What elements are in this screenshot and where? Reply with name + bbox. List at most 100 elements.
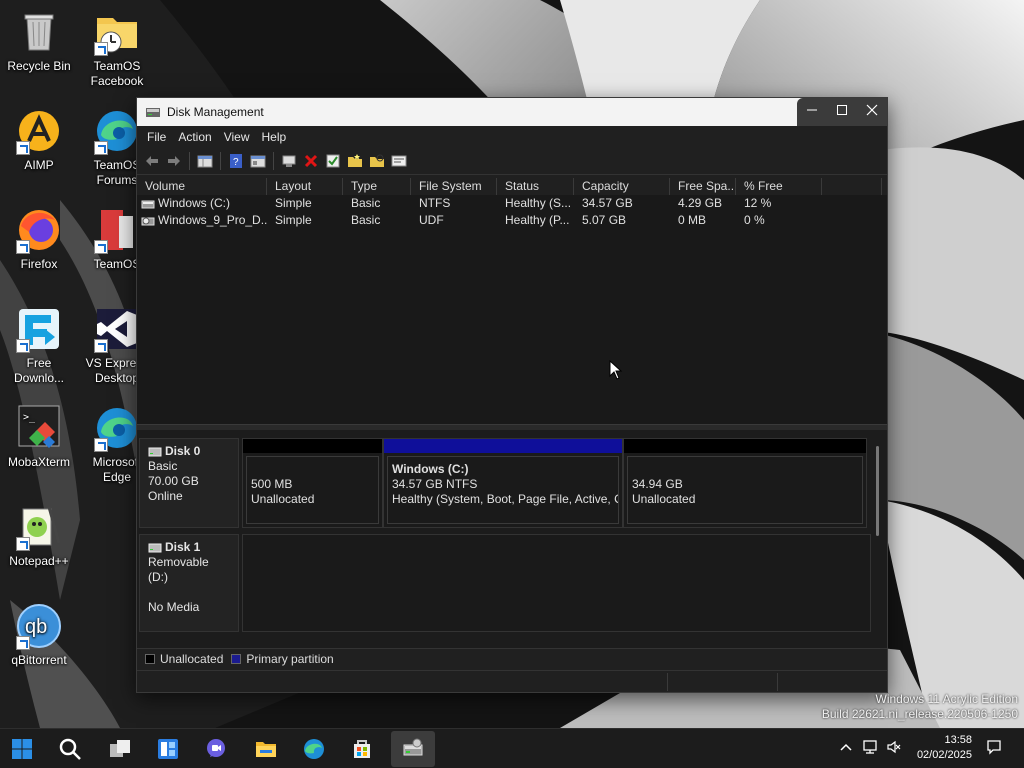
file-system-cell: NTFS xyxy=(419,196,451,210)
new-folder-button[interactable] xyxy=(344,151,366,171)
column-header-status[interactable]: Status xyxy=(497,178,574,195)
search-button[interactable] xyxy=(54,733,86,765)
delete-icon xyxy=(304,154,318,167)
delete-button[interactable] xyxy=(300,151,322,171)
desktop-icon-qbittorrent[interactable]: qb qBittorrent xyxy=(0,602,78,668)
shortcut-arrow-icon xyxy=(94,240,108,254)
table-row[interactable]: Windows_9_Pro_D... Simple Basic UDF Heal… xyxy=(137,212,887,229)
svg-text:qb: qb xyxy=(25,616,47,638)
teams-chat-icon xyxy=(207,739,225,757)
properties-button[interactable] xyxy=(247,151,269,171)
connect-button[interactable] xyxy=(278,151,300,171)
partition-body: 34.94 GB Unallocated xyxy=(627,456,863,524)
desktop-icon-firefox[interactable]: Firefox xyxy=(0,206,78,272)
desktop-icon-label: qBittorrent xyxy=(11,653,67,667)
network-button[interactable] xyxy=(862,739,880,757)
desktop-icon-notepadpp[interactable]: Notepad++ xyxy=(0,503,78,569)
desktop-icon-label: MobaXterm xyxy=(7,455,71,469)
disk-management-window[interactable]: Disk Management File Action View Help ? … xyxy=(136,97,888,693)
desktop-icon-recycle-bin[interactable]: Recycle Bin xyxy=(0,8,78,74)
desktop-icon-free-download[interactable]: Free Downlo... xyxy=(0,305,78,386)
console-tree-button[interactable] xyxy=(194,151,216,171)
disk-0-row[interactable]: Disk 0 Basic 70.00 GB Online 500 MB Unal… xyxy=(139,438,871,528)
help-button[interactable]: ? xyxy=(225,151,247,171)
disk-1-info[interactable]: Disk 1 Removable (D:) No Media xyxy=(139,534,239,632)
check-icon xyxy=(326,154,340,167)
file-explorer-icon xyxy=(256,742,276,757)
partition-unallocated-500mb[interactable]: 500 MB Unallocated xyxy=(242,438,383,528)
search-icon xyxy=(59,738,81,760)
help-icon: ? xyxy=(230,153,242,168)
clock-time: 13:58 xyxy=(944,734,972,746)
volume-button[interactable] xyxy=(886,739,904,757)
check-button[interactable] xyxy=(322,151,344,171)
close-button[interactable] xyxy=(857,98,887,122)
disk-map-scrollbar[interactable] xyxy=(876,446,879,536)
start-button[interactable] xyxy=(6,733,38,765)
disk-1-state: No Media xyxy=(148,600,200,614)
task-view-button[interactable] xyxy=(104,733,136,765)
disk-1-row[interactable]: Disk 1 Removable (D:) No Media xyxy=(139,534,871,632)
minimize-button[interactable] xyxy=(797,98,827,122)
partition-size: 34.94 GB xyxy=(632,477,683,491)
status-bar xyxy=(137,670,887,692)
edge-taskbar-button[interactable] xyxy=(298,733,330,765)
menu-help[interactable]: Help xyxy=(256,130,293,144)
edge-icon xyxy=(304,739,324,759)
type-cell: Basic xyxy=(351,213,381,227)
volume-list[interactable]: Volume Layout Type File System Status Ca… xyxy=(137,178,887,424)
connect-icon xyxy=(282,155,296,167)
disk-0-partitions: 500 MB Unallocated Windows (C:) 34.57 GB… xyxy=(242,438,871,528)
taskbar: 13:58 02/02/2025 xyxy=(0,728,1024,768)
partition-unallocated-34gb[interactable]: 34.94 GB Unallocated xyxy=(623,438,867,528)
column-header-percent-free[interactable]: % Free xyxy=(736,178,822,195)
desktop-icon-label: TeamOS Facebook xyxy=(90,59,144,88)
column-header-type[interactable]: Type xyxy=(343,178,411,195)
forward-button[interactable] xyxy=(163,151,185,171)
column-header-layout[interactable]: Layout xyxy=(267,178,343,195)
column-header-free-space[interactable]: Free Spa... xyxy=(670,178,736,195)
desktop-icon-teamos-facebook[interactable]: TeamOS Facebook xyxy=(78,8,156,89)
menu-view[interactable]: View xyxy=(218,130,256,144)
table-row[interactable]: Windows (C:) Simple Basic NTFS Healthy (… xyxy=(137,195,887,212)
menu-action[interactable]: Action xyxy=(172,130,217,144)
store-button[interactable] xyxy=(346,733,378,765)
desktop-icon-label: Notepad++ xyxy=(9,554,69,568)
column-header-volume[interactable]: Volume xyxy=(137,178,267,195)
shortcut-arrow-icon xyxy=(16,141,30,155)
column-header-empty[interactable] xyxy=(822,178,882,195)
toolbar-separator xyxy=(189,151,190,170)
layout-cell: Simple xyxy=(275,196,312,210)
system-clock[interactable]: 13:58 02/02/2025 xyxy=(917,733,972,763)
folder-search-button[interactable] xyxy=(366,151,388,171)
maximize-icon xyxy=(837,105,847,115)
desktop-icon-aimp[interactable]: AIMP xyxy=(0,107,78,173)
maximize-button[interactable] xyxy=(827,98,857,122)
chat-button[interactable] xyxy=(200,733,232,765)
notification-icon xyxy=(987,740,1001,755)
column-header-file-system[interactable]: File System xyxy=(411,178,497,195)
capacity-cell: 34.57 GB xyxy=(582,196,633,210)
chevron-up-icon xyxy=(840,743,852,751)
show-hidden-icons-button[interactable] xyxy=(838,739,856,757)
disk-0-info[interactable]: Disk 0 Basic 70.00 GB Online xyxy=(139,438,239,528)
settings-list-button[interactable] xyxy=(388,151,410,171)
partition-size: 34.57 GB NTFS xyxy=(392,477,478,491)
volume-cell: Windows (C:) xyxy=(137,195,267,212)
desktop-icon-mobaxterm[interactable]: >_ MobaXterm xyxy=(0,404,78,470)
volume-cell: Windows_9_Pro_D... xyxy=(137,212,267,229)
shortcut-arrow-icon xyxy=(94,339,108,353)
menu-bar: File Action View Help xyxy=(137,126,887,147)
menu-file[interactable]: File xyxy=(141,130,172,144)
disk-1-partitions[interactable] xyxy=(242,534,871,632)
toolbar-separator xyxy=(273,151,274,170)
partition-windows-c[interactable]: Windows (C:) 34.57 GB NTFS Healthy (Syst… xyxy=(383,438,623,528)
notifications-button[interactable] xyxy=(986,739,1004,757)
disk-management-taskbar-button[interactable] xyxy=(391,731,435,767)
column-header-capacity[interactable]: Capacity xyxy=(574,178,670,195)
disk-map[interactable]: Disk 0 Basic 70.00 GB Online 500 MB Unal… xyxy=(137,430,887,648)
title-bar[interactable]: Disk Management xyxy=(137,98,887,126)
file-explorer-button[interactable] xyxy=(250,733,282,765)
widgets-button[interactable] xyxy=(152,733,184,765)
back-button[interactable] xyxy=(141,151,163,171)
